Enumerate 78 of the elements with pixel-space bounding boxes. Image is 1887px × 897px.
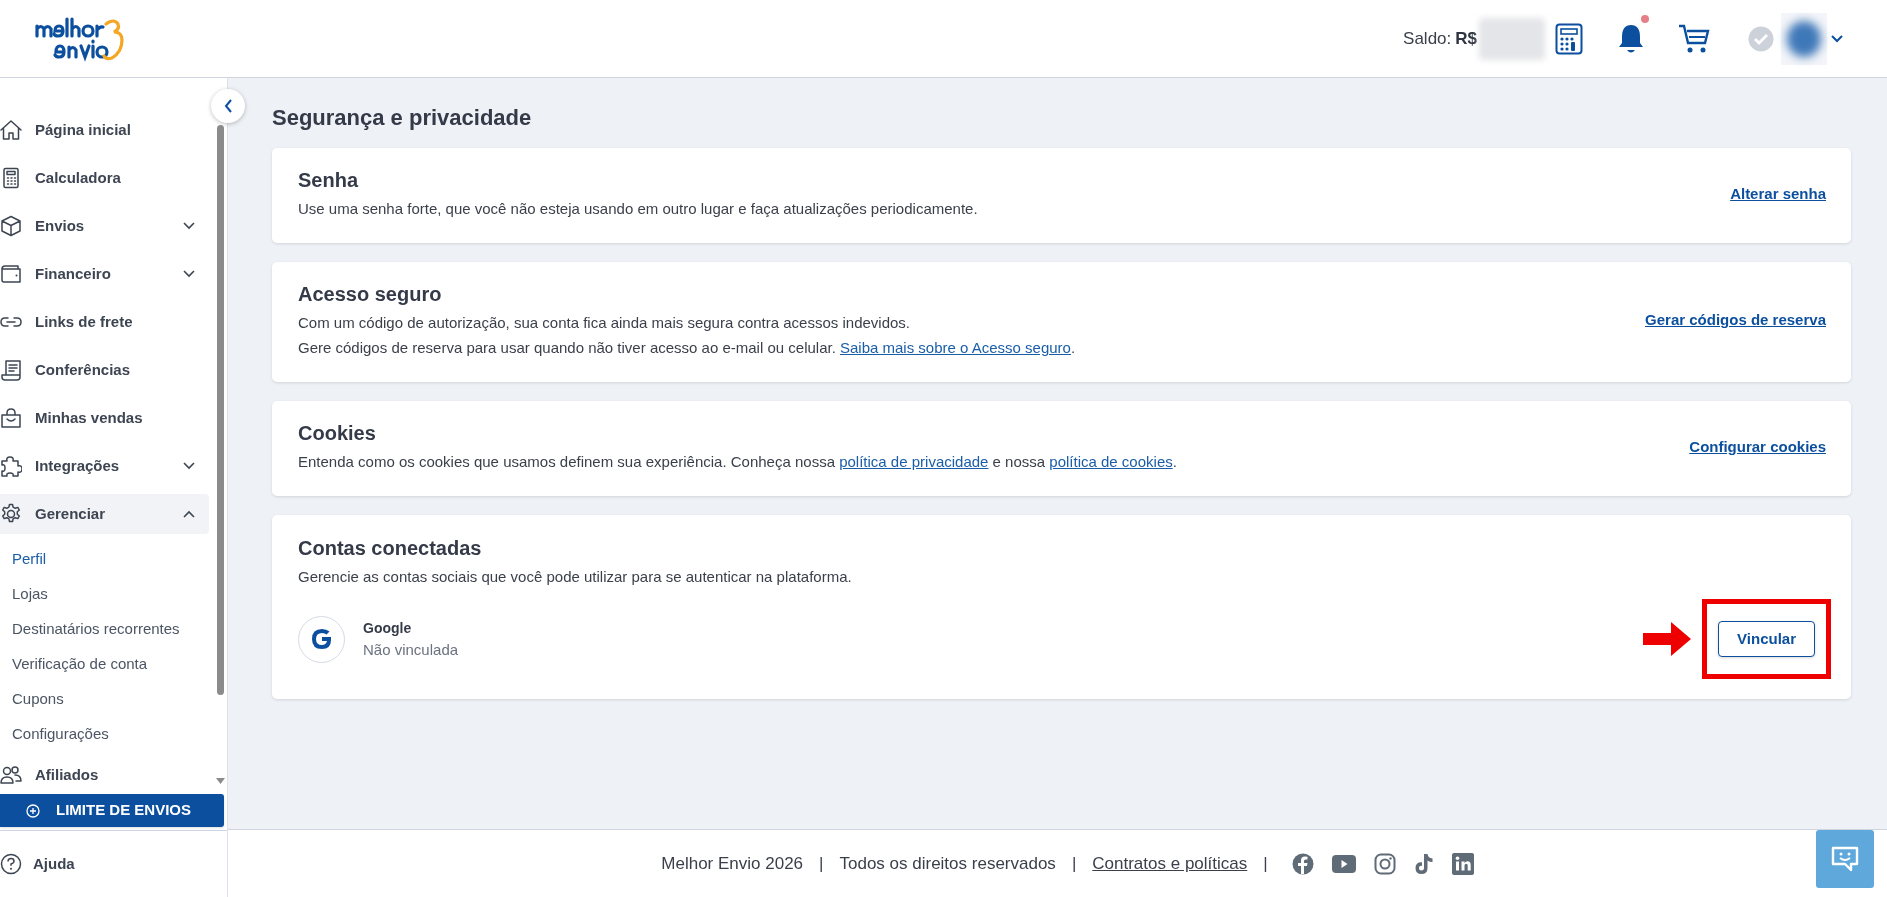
wallet-icon bbox=[0, 263, 22, 285]
instagram-icon[interactable] bbox=[1373, 852, 1396, 875]
chevron-down-icon bbox=[183, 270, 195, 278]
sidebar-subitem[interactable]: Lojas bbox=[0, 577, 209, 612]
sidebar-item[interactable]: Página inicial bbox=[0, 110, 209, 150]
action-link[interactable]: Configurar cookies bbox=[1689, 435, 1826, 459]
sidebar-item[interactable]: Minhas vendas bbox=[0, 398, 209, 438]
shipping-limit-button[interactable]: LIMITE DE ENVIOS bbox=[0, 794, 224, 827]
sidebar-item[interactable]: Integrações bbox=[0, 446, 209, 486]
scrollbar-thumb[interactable] bbox=[217, 125, 224, 695]
action-link[interactable]: Gerar códigos de reserva bbox=[1645, 309, 1826, 332]
chevron-down-icon[interactable] bbox=[1831, 34, 1843, 43]
notification-bell-icon[interactable] bbox=[1617, 22, 1645, 55]
blurred-balance bbox=[1479, 17, 1545, 60]
calculator-icon bbox=[0, 167, 22, 189]
sidebar-subitem[interactable]: Destinatários recorrentes bbox=[0, 612, 209, 647]
gear-icon bbox=[0, 503, 22, 525]
card-title: Acesso seguro bbox=[298, 282, 443, 307]
tiktok-icon[interactable] bbox=[1413, 852, 1434, 875]
receipt-icon bbox=[0, 359, 22, 381]
people-icon bbox=[0, 764, 22, 786]
sidebar-item[interactable]: Financeiro bbox=[0, 254, 209, 294]
sidebar-item[interactable]: Conferências bbox=[0, 350, 209, 390]
box-icon bbox=[0, 215, 22, 237]
card-title: Contas conectadas bbox=[298, 536, 483, 561]
footer-link[interactable]: Contratos e políticas bbox=[1092, 850, 1248, 877]
youtube-icon[interactable] bbox=[1331, 854, 1356, 873]
link-account-button[interactable]: Vincular bbox=[1718, 621, 1815, 657]
sidebar-subitem[interactable]: Configurações bbox=[0, 717, 209, 752]
card-description: Gerencie as contas sociais que você pode utilizar para se autenticar na plataforma. bbox=[298, 567, 853, 587]
chevron-down-icon bbox=[183, 222, 195, 230]
sidebar-item[interactable]: Afiliados bbox=[0, 755, 209, 795]
footer-separator: | bbox=[819, 852, 824, 875]
account-status: Não vinculada bbox=[363, 640, 460, 660]
footer-text: Melhor Envio 2026 bbox=[661, 852, 804, 875]
linkedin-icon[interactable] bbox=[1451, 852, 1474, 875]
inline-link[interactable]: política de cookies bbox=[1049, 453, 1173, 470]
card-description: Gere códigos de reserva para usar quando não tiver acesso ao e-mail ou celular. Saiba mais sobre o Acesso seguro. bbox=[298, 338, 1077, 358]
help-icon bbox=[0, 853, 22, 875]
sidebar-item[interactable]: Links de frete bbox=[0, 302, 209, 342]
card-description: Com um código de autorização, sua conta fica ainda mais segura contra acessos indevidos. bbox=[298, 313, 911, 333]
shopping-bag-icon bbox=[0, 407, 22, 429]
puzzle-icon bbox=[0, 455, 22, 477]
card-description: Entenda como os cookies que usamos definem sua experiência. Conheça nossa política de privacidade e nossa política de cookies. bbox=[298, 452, 1178, 472]
sidebar-subitem[interactable]: Cupons bbox=[0, 682, 209, 717]
verified-badge-icon bbox=[1748, 25, 1774, 52]
home-icon bbox=[0, 119, 22, 141]
page-title: Segurança e privacidade bbox=[272, 104, 533, 132]
facebook-icon[interactable] bbox=[1291, 852, 1314, 875]
collapse-sidebar-button[interactable] bbox=[211, 89, 245, 123]
footer-text: Todos os direitos reservados bbox=[839, 852, 1056, 875]
avatar[interactable] bbox=[1781, 12, 1827, 65]
chat-icon bbox=[1831, 846, 1859, 872]
chevron-down-icon bbox=[183, 462, 195, 470]
inline-link[interactable]: Saiba mais sobre o Acesso seguro bbox=[840, 339, 1071, 356]
balance-label: Saldo: bbox=[1403, 27, 1452, 50]
card-title: Cookies bbox=[298, 421, 377, 446]
sidebar-item[interactable]: Calculadora bbox=[0, 158, 209, 198]
chevron-up-icon bbox=[183, 510, 195, 518]
help-link[interactable]: Ajuda bbox=[0, 852, 75, 876]
footer-separator: | bbox=[1263, 852, 1268, 875]
footer-separator: | bbox=[1071, 852, 1077, 875]
sidebar-subitem[interactable]: Perfil bbox=[0, 542, 209, 577]
balance-currency: R$ bbox=[1455, 27, 1477, 50]
action-link[interactable]: Alterar senha bbox=[1730, 182, 1826, 206]
cart-icon[interactable] bbox=[1678, 22, 1710, 55]
sidebar-subitem[interactable]: Verificação de conta bbox=[0, 647, 209, 682]
chat-button[interactable] bbox=[1816, 830, 1874, 888]
card-title: Senha bbox=[298, 168, 360, 193]
account-name: Google bbox=[363, 619, 413, 638]
sidebar-item[interactable]: Gerenciar bbox=[0, 494, 209, 534]
chevron-left-icon bbox=[223, 99, 233, 113]
sidebar-item[interactable]: Envios bbox=[0, 206, 209, 246]
plus-circle-icon bbox=[26, 803, 40, 818]
scroll-down-arrow-icon[interactable] bbox=[216, 778, 225, 784]
inline-link[interactable]: política de privacidade bbox=[839, 453, 989, 470]
calculator-icon[interactable] bbox=[1555, 22, 1583, 55]
card-description: Use uma senha forte, que você não esteja usando em outro lugar e faça atualizações periodicamente. bbox=[298, 199, 979, 219]
